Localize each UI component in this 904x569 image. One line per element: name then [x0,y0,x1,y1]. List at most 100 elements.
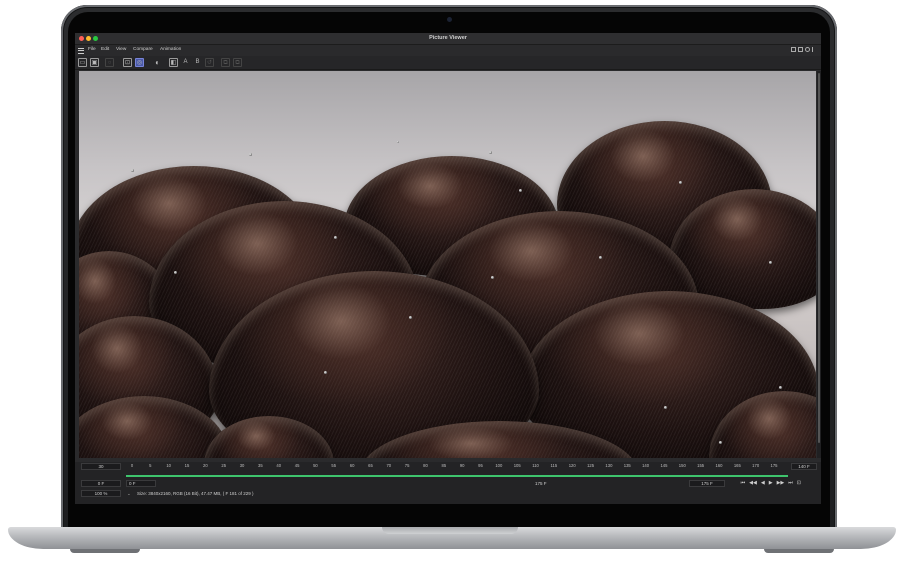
frame-tick-label: 115 [550,463,558,468]
pin-icon[interactable] [812,47,817,52]
frame-tick-label: 170 [752,463,760,468]
droplet [334,236,337,239]
range-mid-label: 175 F [535,481,547,486]
frame-tick-label: 85 [441,463,447,468]
zoom-dropdown-icon[interactable]: ⌄ [127,489,131,498]
frame-tick-label: 95 [478,463,483,468]
frame-tick-label: 25 [221,463,227,468]
ab-b-button[interactable]: B [193,58,202,67]
menu-animation[interactable]: Animation [160,45,181,55]
droplet [409,316,412,319]
frame-tick-label: 165 [733,463,741,468]
droplet [489,151,492,154]
loop-icon[interactable]: ⊡ [797,480,801,487]
frame-tick-label: 0 [130,463,134,468]
region-icon[interactable]: ⊡ [123,58,132,67]
hamburger-menu-icon[interactable] [78,48,84,54]
frame-tick-label: 140 [642,463,650,468]
app-window: Picture Viewer File Edit View Compare An… [75,33,821,504]
panel-layout-icon[interactable] [791,47,796,52]
timeline-ruler-row: 30 0 5 10 15 20 25 30 35 40 45 50 55 60 65 70 75 80 85 90 9… [75,462,821,471]
paste-icon[interactable]: ⧉ [233,58,242,67]
laptop-foot-right [764,549,834,553]
frame-tick-label: 50 [313,463,318,468]
go-to-start-icon[interactable]: ⏮ [741,480,746,487]
frame-tick-label: 10 [166,463,172,468]
camera [447,17,452,22]
expand-icon[interactable] [798,47,803,52]
play-backward-icon[interactable]: ◀ [761,480,765,487]
frame-tick-label: 105 [513,463,521,468]
title-bar: Picture Viewer [75,33,821,45]
range-start-field[interactable]: 0 F [126,480,156,487]
save-icon[interactable]: ▣ [90,58,99,67]
frame-ruler[interactable]: 0 5 10 15 20 25 30 35 40 45 50 55 60 65 70 75 80 85 90 95 10… [126,462,788,471]
window-layout-icons [791,47,817,52]
droplet [779,386,782,389]
frame-tick-label: 65 [368,463,373,468]
step-forward-icon[interactable]: ▶▶ [777,480,785,487]
channel-toggle-icon[interactable]: ◎ [135,58,144,67]
menu-view[interactable]: View [116,45,126,55]
frame-tick-label: 150 [678,463,686,468]
menu-file[interactable]: File [88,45,96,55]
frame-tick-label: 155 [697,463,705,468]
image-info-status: Size: 3840x2160, RGB (16 Bit), 47.47 MB,… [137,491,254,496]
menu-compare[interactable]: Compare [133,45,153,55]
settings-icon[interactable] [805,47,810,52]
frame-tick-label: 40 [276,463,282,468]
frame-tick-label: 120 [568,463,576,468]
frame-tick-label: 145 [660,463,668,468]
contrast-icon[interactable]: ◐ [153,58,162,67]
rendered-image-viewport[interactable] [79,71,816,458]
frame-tick-label: 15 [184,463,190,468]
vertical-scrollbar[interactable] [817,71,821,458]
frame-tick-label: 55 [331,463,337,468]
frame-tick-label: 90 [459,463,465,468]
render-icon[interactable]: ○ [105,58,114,67]
droplet [397,141,399,143]
timeline-panel: 30 0 5 10 15 20 25 30 35 40 45 50 55 60 65 70 75 80 85 90 9… [75,462,821,504]
droplet [324,371,327,374]
lid-opening-notch [382,527,518,534]
zoom-field[interactable]: 100 % [81,490,121,497]
frame-tick-label: 20 [203,463,208,468]
frame-tick-label: 75 [404,463,410,468]
frame-tick-label: 125 [587,463,595,468]
status-row: 100 % ⌄ Size: 3840x2160, RGB (16 Bit), 4… [75,489,821,498]
ab-compare-icon[interactable]: ◧ [169,58,178,67]
step-back-icon[interactable]: ◀◀ [749,480,757,487]
play-forward-icon[interactable]: ▶ [769,480,773,487]
frame-tick-label: 5 [149,463,152,468]
copy-icon[interactable]: ⧉ [221,58,230,67]
frame-tick-label: 100 [495,463,503,468]
droplet [679,181,682,184]
open-folder-icon[interactable]: ▭ [78,58,87,67]
droplet [491,276,494,279]
droplet [131,169,134,172]
laptop-foot-left [70,549,140,553]
menu-bar: File Edit View Compare Animation [75,45,821,55]
timeline-range-bar[interactable] [126,475,788,477]
timeline-range-row: 0 F 0 F 175 F 175 F ⏮ ◀◀ ◀ ▶ ▶▶ ⏭ ⊡ [75,479,821,488]
frame-tick-label: 160 [715,463,723,468]
frame-tick-label: 45 [294,463,300,468]
frame-tick-label: 60 [349,463,355,468]
range-end-field[interactable]: 175 F [689,480,725,487]
droplet [664,406,667,409]
droplet [249,153,252,156]
menu-edit[interactable]: Edit [101,45,109,55]
scrollbar-thumb[interactable] [818,73,820,443]
fps-field[interactable]: 30 [81,463,121,470]
droplet [769,261,772,264]
playback-controls: ⏮ ◀◀ ◀ ▶ ▶▶ ⏭ ⊡ [741,480,801,487]
end-frame-field[interactable]: 140 F [791,463,817,470]
frame-tick-label: 30 [239,463,245,468]
ab-a-button[interactable]: A [181,58,190,67]
current-frame-field[interactable]: 0 F [81,480,121,487]
droplet [519,189,522,192]
droplet [599,256,602,259]
go-to-end-icon[interactable]: ⏭ [788,480,793,487]
swap-icon[interactable]: ↺ [205,58,214,67]
frame-tick-label: 35 [258,463,263,468]
